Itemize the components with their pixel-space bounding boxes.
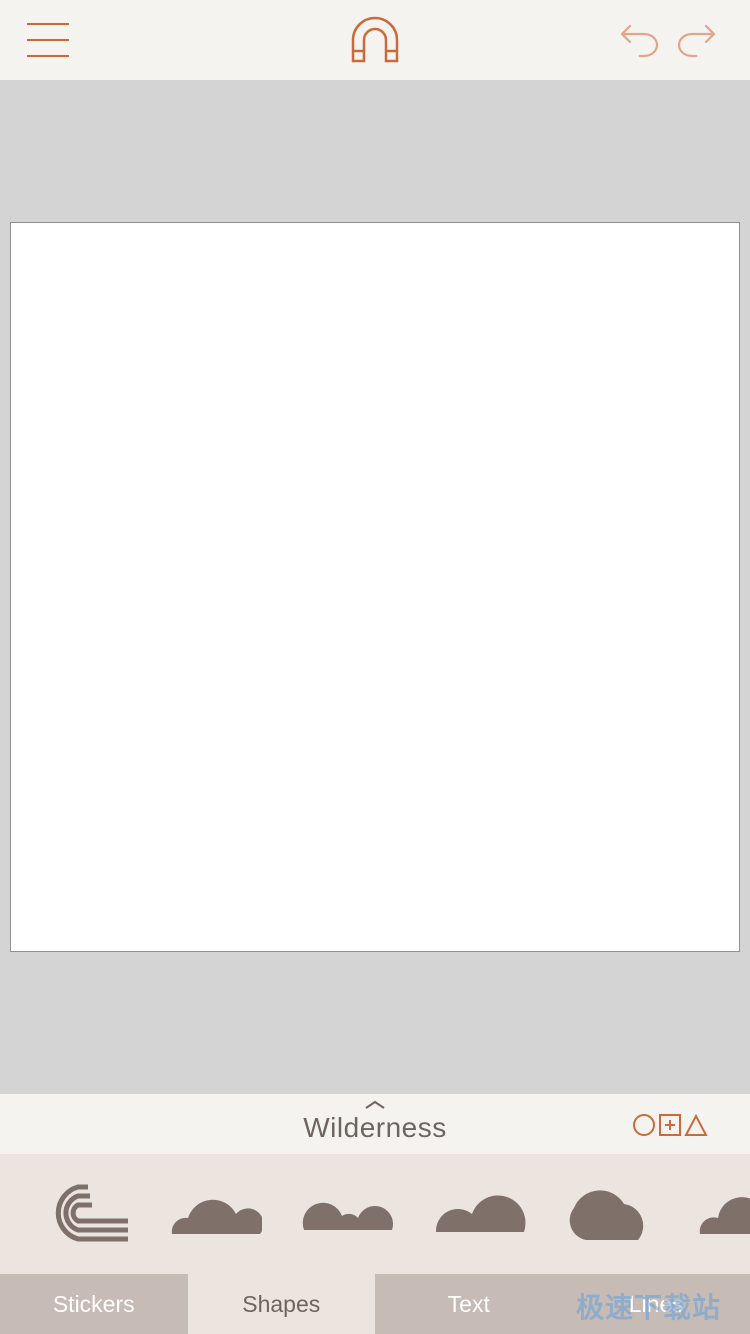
cloud-shape-2[interactable] (302, 1194, 394, 1232)
cloud-shape-1[interactable] (170, 1190, 262, 1236)
circle-square-triangle-icon[interactable] (630, 1110, 710, 1140)
redo-arrow-icon[interactable] (676, 20, 716, 60)
chevron-up-icon[interactable] (364, 1100, 386, 1110)
top-toolbar (0, 0, 750, 80)
tab-shapes[interactable]: Shapes (187, 1274, 375, 1334)
cloud-shape-5[interactable] (698, 1190, 750, 1238)
canvas-area[interactable] (0, 80, 750, 1094)
watermark-text: 极速下载站 (576, 1291, 722, 1324)
shape-tray (0, 1154, 750, 1274)
tab-stickers[interactable]: Stickers (0, 1274, 188, 1334)
category-bar: Wilderness (0, 1094, 750, 1154)
tab-text[interactable]: Text (375, 1274, 563, 1334)
undo-arrow-icon[interactable] (620, 20, 660, 60)
magnet-icon[interactable] (350, 16, 400, 64)
artboard[interactable] (10, 222, 740, 952)
hamburger-menu-icon[interactable] (26, 20, 70, 60)
cloud-shape-3[interactable] (434, 1192, 526, 1234)
rainbow-stripes-shape[interactable] (38, 1184, 130, 1242)
cloud-shape-4[interactable] (566, 1184, 658, 1242)
